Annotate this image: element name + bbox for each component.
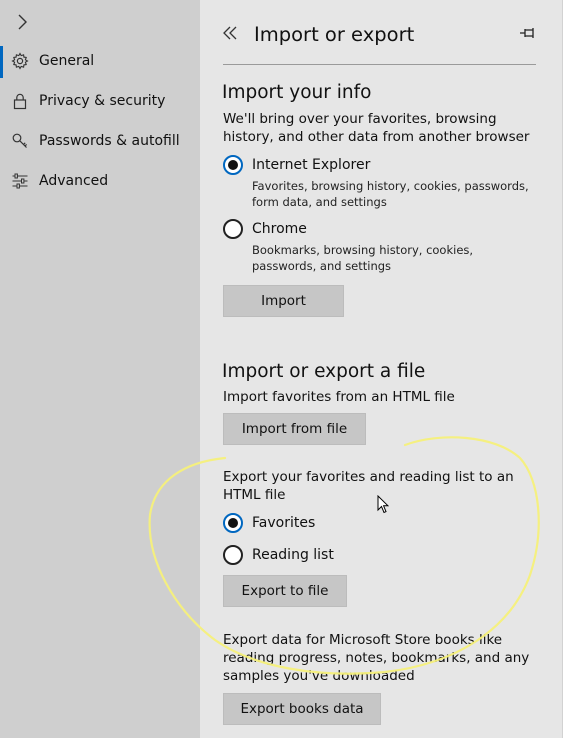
settings-sidebar: General Privacy & security Passwords & a… [0,0,200,738]
sidebar-item-passwords-autofill[interactable]: Passwords & autofill [0,122,200,162]
radio-internet-explorer[interactable] [223,155,243,175]
radio-description-internet-explorer: Favorites, browsing history, cookies, pa… [252,179,529,209]
sidebar-item-label: General [39,53,95,69]
radio-dot [228,518,238,528]
key-icon [11,132,29,150]
sidebar-item-privacy-security[interactable]: Privacy & security [0,82,200,122]
radio-label-internet-explorer[interactable]: Internet Explorer [252,157,370,173]
radio-dot [228,160,238,170]
lock-icon [11,92,29,110]
sliders-icon [11,172,29,190]
radio-chrome[interactable] [223,219,243,239]
import-file-description: Import favorites from an HTML file [223,389,455,405]
chevron-right-icon[interactable] [12,12,32,32]
import-info-description: We'll bring over your favorites, browsin… [223,111,530,145]
radio-label-favorites[interactable]: Favorites [252,515,315,531]
radio-label-reading-list[interactable]: Reading list [252,547,334,563]
sidebar-item-label: Privacy & security [39,93,166,109]
import-info-heading: Import your info [222,82,372,103]
pin-icon[interactable] [518,24,538,42]
radio-favorites[interactable] [223,513,243,533]
export-books-data-button[interactable]: Export books data [223,693,381,725]
sidebar-item-label: Advanced [39,173,109,189]
page-title: Import or export [254,23,415,46]
selection-indicator [0,46,3,78]
sidebar-item-label: Passwords & autofill [39,133,180,149]
books-export-description: Export data for Microsoft Store books li… [223,632,530,684]
import-from-file-button[interactable]: Import from file [223,413,366,445]
back-icon[interactable] [221,22,241,44]
radio-reading-list[interactable] [223,545,243,565]
radio-description-chrome: Bookmarks, browsing history, cookies, pa… [252,243,474,273]
radio-label-chrome[interactable]: Chrome [252,221,307,237]
sidebar-item-advanced[interactable]: Advanced [0,162,200,202]
gear-icon [11,52,29,70]
sidebar-item-general[interactable]: General [0,42,200,82]
import-export-file-heading: Import or export a file [222,361,426,382]
export-to-file-button[interactable]: Export to file [223,575,347,607]
mouse-cursor-icon [377,494,390,515]
title-divider [223,64,536,65]
import-button[interactable]: Import [223,285,344,317]
